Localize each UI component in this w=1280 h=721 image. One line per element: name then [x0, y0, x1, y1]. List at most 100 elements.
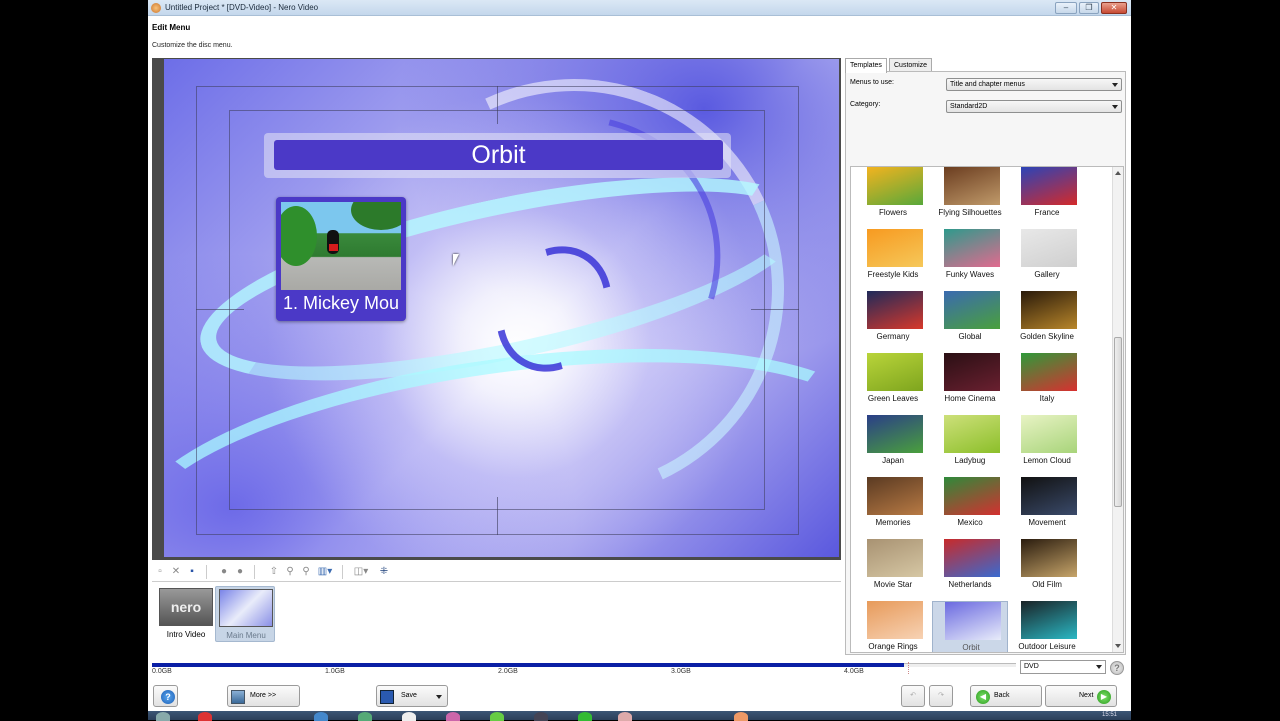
template-label: France: [1034, 208, 1060, 217]
template-item-lemon-cloud[interactable]: Lemon Cloud: [1009, 415, 1085, 475]
disc-type-select[interactable]: DVD: [1020, 660, 1106, 674]
save-icon[interactable]: ▪: [186, 566, 198, 578]
template-label: Movement: [1028, 518, 1066, 527]
template-item-gallery[interactable]: Gallery: [1009, 229, 1085, 289]
prev-icon[interactable]: ●: [218, 566, 230, 578]
menu-title[interactable]: Orbit: [274, 140, 723, 170]
chapter-label: 1. Mickey Mou: [282, 293, 400, 313]
minimize-button[interactable]: –: [1055, 2, 1077, 14]
align-icon[interactable]: ◫▾: [352, 566, 370, 578]
template-thumbnail: [867, 601, 923, 639]
back-button[interactable]: ◀ Back: [970, 685, 1042, 707]
category-label: Category:: [850, 101, 881, 108]
layout-icon[interactable]: ▥▾: [316, 566, 334, 578]
back-arrow-icon: ◀: [976, 690, 990, 704]
tab-templates[interactable]: Templates: [845, 58, 887, 73]
template-item-global[interactable]: Global: [932, 291, 1008, 351]
help-button[interactable]: ?: [153, 685, 178, 707]
template-item-old-film[interactable]: Old Film: [1009, 539, 1085, 599]
template-item-france[interactable]: France: [1009, 167, 1085, 227]
chapter-button[interactable]: 1. Mickey Mou: [276, 197, 406, 321]
template-item-golden-skyline[interactable]: Golden Skyline: [1009, 291, 1085, 351]
template-item-orange-rings[interactable]: Orange Rings: [855, 601, 931, 652]
scroll-down-icon[interactable]: [1115, 644, 1121, 648]
category-select[interactable]: Standard2D: [946, 100, 1122, 113]
template-label: Outdoor Leisure: [1018, 642, 1076, 651]
template-item-funky-waves[interactable]: Funky Waves: [932, 229, 1008, 289]
template-item-movement[interactable]: Movement: [1009, 477, 1085, 537]
template-thumbnail: [1021, 229, 1077, 267]
new-icon[interactable]: ▫: [154, 566, 166, 578]
save-button[interactable]: Save: [376, 685, 448, 707]
template-thumbnail: [944, 477, 1000, 515]
close-button[interactable]: ✕: [1101, 2, 1127, 14]
template-item-flying-silhouettes[interactable]: Flying Silhouettes: [932, 167, 1008, 227]
next-label: Next: [1079, 692, 1094, 699]
disc-capacity-bar: 0.0GB 1.0GB 2.0GB 3.0GB 4.0GB: [152, 660, 1016, 678]
strip-item-main-menu[interactable]: Main Menu: [215, 586, 275, 642]
template-thumbnail: [867, 415, 923, 453]
delete-icon[interactable]: ✕: [170, 566, 182, 578]
chevron-down-icon: [1112, 83, 1118, 87]
window-title: Untitled Project * [DVD-Video] - Nero Vi…: [165, 3, 319, 12]
chevron-down-icon: [1112, 105, 1118, 109]
capacity-tick-label: 4.0GB: [844, 668, 864, 675]
template-label: Freestyle Kids: [867, 270, 919, 279]
template-item-orbit[interactable]: Orbit: [932, 601, 1008, 652]
template-item-germany[interactable]: Germany: [855, 291, 931, 351]
template-item-outdoor-leisure[interactable]: Outdoor Leisure: [1009, 601, 1085, 652]
scrollbar-thumb[interactable]: [1114, 337, 1122, 507]
category-value: Standard2D: [950, 103, 988, 110]
template-item-flowers[interactable]: Flowers: [855, 167, 931, 227]
center-tick-right: [751, 309, 799, 310]
capacity-tick-label: 3.0GB: [671, 668, 691, 675]
template-item-japan[interactable]: Japan: [855, 415, 931, 475]
template-thumbnail: [1021, 353, 1077, 391]
template-item-italy[interactable]: Italy: [1009, 353, 1085, 413]
template-item-memories[interactable]: Memories: [855, 477, 931, 537]
zoom-in-icon[interactable]: ⚲: [284, 566, 296, 578]
template-item-ladybug[interactable]: Ladybug: [932, 415, 1008, 475]
more-button[interactable]: More >>: [227, 685, 300, 707]
template-thumbnail: [1021, 415, 1077, 453]
menus-to-use-value: Title and chapter menus: [950, 81, 1025, 88]
scroll-up-icon[interactable]: [1115, 171, 1121, 175]
move-icon[interactable]: ⇧: [268, 566, 280, 578]
template-thumbnail: [1021, 167, 1077, 205]
menus-to-use-select[interactable]: Title and chapter menus: [946, 78, 1122, 91]
next-arrow-icon: ▶: [1097, 690, 1111, 704]
gallery-scrollbar[interactable]: [1112, 167, 1123, 652]
maximize-button[interactable]: ❐: [1079, 2, 1099, 14]
template-thumbnail: [944, 353, 1000, 391]
tab-customize[interactable]: Customize: [889, 58, 933, 72]
disc-help-icon[interactable]: ?: [1110, 661, 1124, 675]
strip-item-label: Intro Video: [166, 630, 206, 639]
template-item-mexico[interactable]: Mexico: [932, 477, 1008, 537]
template-label: Lemon Cloud: [1023, 456, 1071, 465]
menu-canvas[interactable]: Orbit 1. Mickey Mou: [164, 59, 839, 557]
template-thumbnail: [945, 602, 1001, 640]
capacity-used-fill: [152, 663, 904, 667]
undo-button[interactable]: ↶: [901, 685, 925, 707]
capacity-tick-label: 1.0GB: [325, 668, 345, 675]
template-item-freestyle-kids[interactable]: Freestyle Kids: [855, 229, 931, 289]
next-button[interactable]: Next ▶: [1045, 685, 1117, 707]
strip-item-intro-video[interactable]: nero Intro Video: [156, 586, 216, 642]
template-label: Flowers: [878, 208, 907, 217]
template-thumbnail: [867, 539, 923, 577]
capacity-limit-marker: [908, 662, 909, 674]
zoom-out-icon[interactable]: ⚲: [300, 566, 312, 578]
next-icon[interactable]: ●: [234, 566, 246, 578]
redo-button[interactable]: ↷: [929, 685, 953, 707]
save-dropdown-icon[interactable]: [436, 695, 442, 699]
template-item-green-leaves[interactable]: Green Leaves: [855, 353, 931, 413]
template-item-home-cinema[interactable]: Home Cinema: [932, 353, 1008, 413]
template-label: Orbit: [962, 643, 980, 652]
template-thumbnail: [867, 353, 923, 391]
template-item-movie-star[interactable]: Movie Star: [855, 539, 931, 599]
template-label: Home Cinema: [944, 394, 996, 403]
floppy-save-icon: [380, 690, 394, 704]
template-item-netherlands[interactable]: Netherlands: [932, 539, 1008, 599]
grid-icon[interactable]: ⁜: [378, 566, 390, 578]
template-thumbnail: [867, 291, 923, 329]
